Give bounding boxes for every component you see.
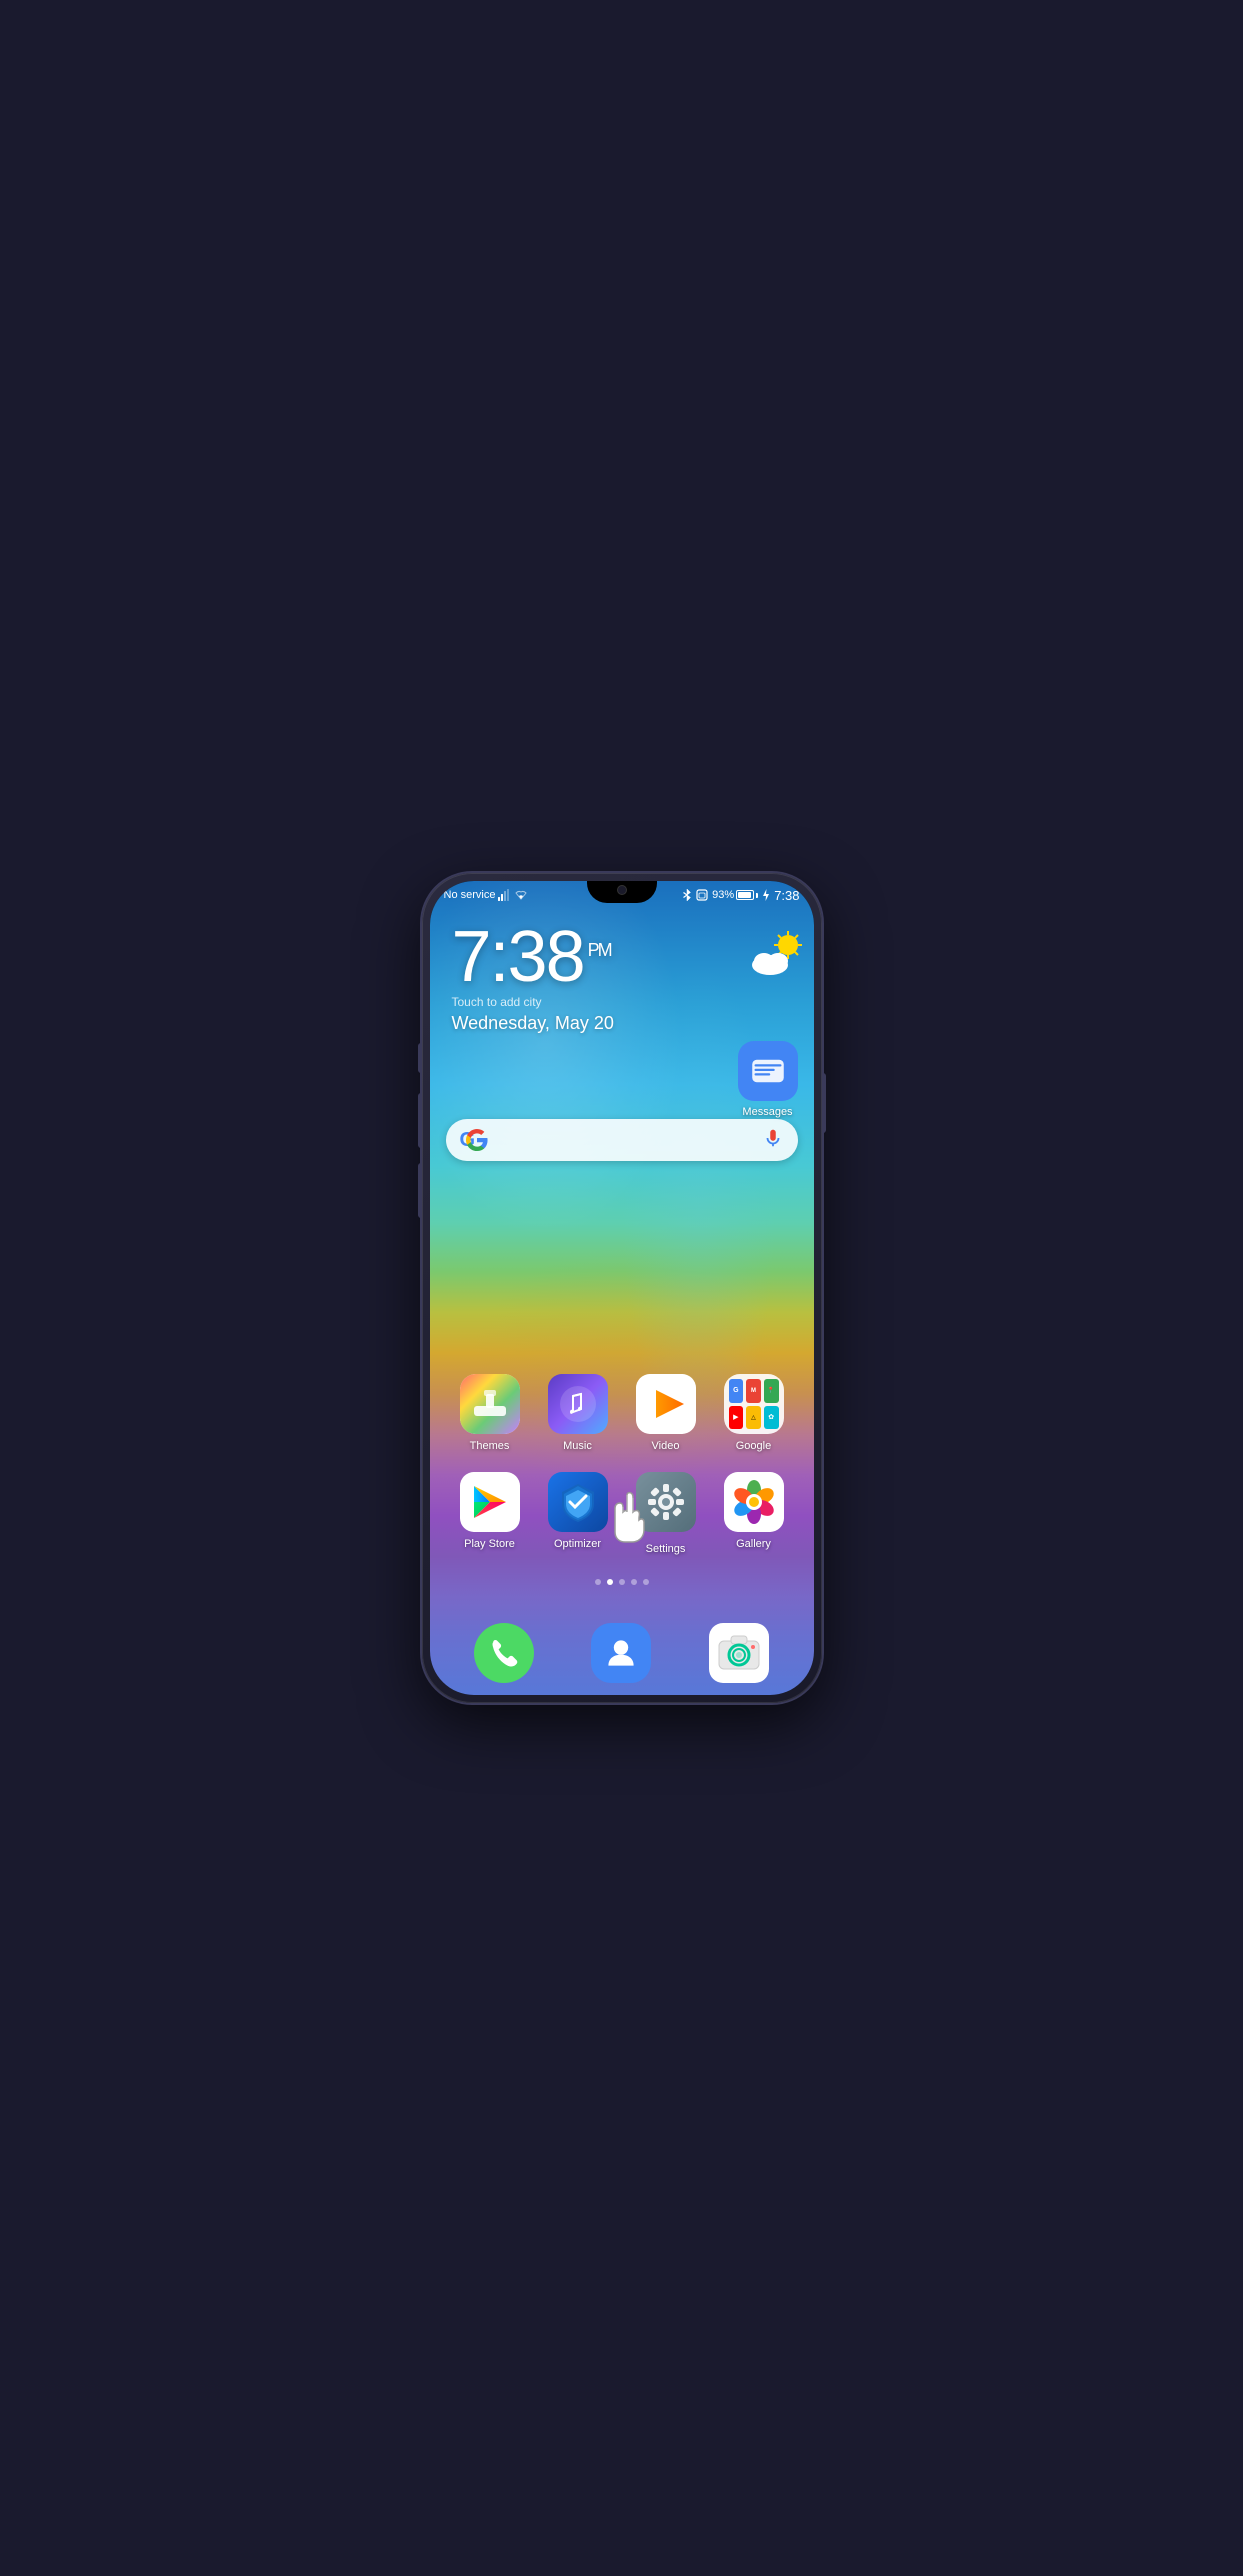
volume-down-button[interactable] <box>418 1163 422 1218</box>
camera-icon <box>709 1623 769 1683</box>
google-folder-label: Google <box>736 1440 771 1452</box>
page-dot-3 <box>619 1579 625 1585</box>
page-dot-2 <box>607 1579 613 1585</box>
weather-icon-svg <box>746 931 806 979</box>
sim-icon <box>696 889 708 901</box>
volume-up-button[interactable] <box>418 1093 422 1148</box>
weather-widget[interactable] <box>746 931 796 971</box>
optimizer-app[interactable]: Optimizer <box>543 1472 613 1555</box>
page-dot-4 <box>631 1579 637 1585</box>
power-button[interactable] <box>822 1073 826 1133</box>
bluetooth-icon <box>682 888 692 902</box>
signal-icon <box>498 889 512 901</box>
search-input-container[interactable]: Go <box>446 1119 798 1161</box>
dock <box>446 1623 798 1683</box>
status-left: No service <box>444 889 528 901</box>
google-search-bar[interactable]: Go <box>446 1119 798 1161</box>
battery-tip <box>756 893 758 898</box>
contacts-icon <box>591 1623 651 1683</box>
playstore-icon <box>460 1472 520 1532</box>
battery-indicator: 93% <box>712 889 758 901</box>
page-dot-1 <box>595 1579 601 1585</box>
folder-gmail: M <box>746 1379 761 1403</box>
themes-icon-svg <box>460 1374 520 1434</box>
messages-icon-svg <box>750 1053 786 1089</box>
battery-body <box>736 890 754 900</box>
music-app[interactable]: Music <box>543 1374 613 1452</box>
themes-label: Themes <box>470 1440 510 1452</box>
google-logo-svg <box>465 1128 489 1152</box>
phone-frame: No service <box>422 873 822 1703</box>
page-indicator <box>430 1579 814 1585</box>
folder-youtube: ▶ <box>729 1406 744 1430</box>
optimizer-icon-svg <box>548 1472 608 1532</box>
camera-svg <box>709 1623 769 1683</box>
playstore-icon-svg <box>460 1472 520 1532</box>
front-camera <box>617 885 627 895</box>
gallery-label: Gallery <box>736 1538 771 1550</box>
clock-add-city[interactable]: Touch to add city <box>452 995 614 1009</box>
optimizer-label: Optimizer <box>554 1538 601 1550</box>
camera-dock-app[interactable] <box>704 1623 774 1683</box>
settings-icon-wrapper <box>636 1472 696 1537</box>
settings-label: Settings <box>646 1543 686 1555</box>
gallery-app[interactable]: Gallery <box>719 1472 789 1555</box>
mic-svg <box>762 1127 784 1149</box>
wifi-icon <box>515 889 527 901</box>
clock-time-display: 7:38PM <box>452 921 614 993</box>
folder-drive: △ <box>746 1406 761 1430</box>
messages-app-icon[interactable]: Messages <box>738 1041 798 1118</box>
music-icon <box>548 1374 608 1434</box>
themes-app[interactable]: Themes <box>455 1374 525 1452</box>
battery-percent: 93% <box>712 889 734 901</box>
app-row-2: Play Store <box>446 1472 798 1555</box>
video-icon <box>636 1374 696 1434</box>
settings-app[interactable]: Settings <box>631 1472 701 1555</box>
music-icon-svg <box>548 1374 608 1434</box>
video-app[interactable]: Video <box>631 1374 701 1452</box>
contacts-svg <box>603 1635 639 1671</box>
phone-call-icon <box>474 1623 534 1683</box>
phone-dock-app[interactable] <box>469 1623 539 1683</box>
voice-search-icon[interactable] <box>762 1127 784 1154</box>
settings-icon-svg <box>636 1472 696 1532</box>
themes-icon <box>460 1374 520 1434</box>
messages-icon <box>738 1041 798 1101</box>
page-dot-5 <box>643 1579 649 1585</box>
messages-label: Messages <box>742 1106 792 1118</box>
battery-fill <box>738 892 751 898</box>
gallery-icon <box>724 1472 784 1532</box>
google-folder-icon: G M 📍 ▶ △ ✿ <box>724 1374 784 1434</box>
playstore-label: Play Store <box>464 1538 515 1550</box>
folder-maps: 📍 <box>764 1379 779 1403</box>
optimizer-icon <box>548 1472 608 1532</box>
phone-call-svg <box>486 1635 522 1671</box>
home-screen: No service <box>430 881 814 1695</box>
folder-duo: ✿ <box>764 1406 779 1430</box>
app-grid: Themes <box>430 1374 814 1575</box>
music-label: Music <box>563 1440 592 1452</box>
video-label: Video <box>652 1440 680 1452</box>
charging-icon <box>762 889 770 901</box>
folder-google: G <box>729 1379 744 1403</box>
no-service-text: No service <box>444 889 496 901</box>
clock-date: Wednesday, May 20 <box>452 1013 614 1034</box>
video-icon-svg <box>636 1374 696 1434</box>
phone-screen: No service <box>430 881 814 1695</box>
notch <box>587 881 657 903</box>
volume-button-silent[interactable] <box>418 1043 422 1073</box>
gallery-icon-svg <box>724 1472 784 1532</box>
playstore-app[interactable]: Play Store <box>455 1472 525 1555</box>
status-right: 93% 7:38 <box>682 888 799 903</box>
app-row-1: Themes <box>446 1374 798 1452</box>
contacts-dock-app[interactable] <box>586 1623 656 1683</box>
google-folder-app[interactable]: G M 📍 ▶ △ ✿ Google <box>719 1374 789 1452</box>
clock-widget[interactable]: 7:38PM Touch to add city Wednesday, May … <box>452 921 614 1034</box>
status-time: 7:38 <box>774 888 799 903</box>
